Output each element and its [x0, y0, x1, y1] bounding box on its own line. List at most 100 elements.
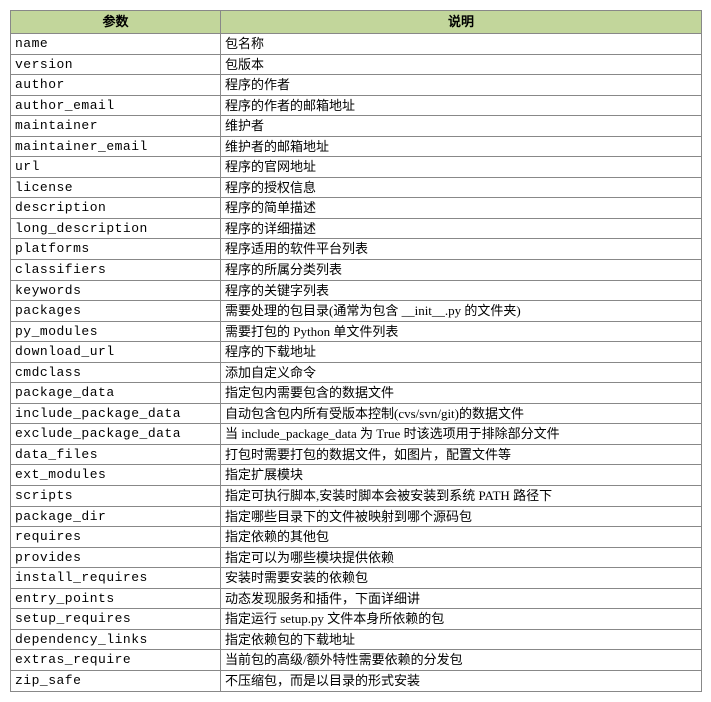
table-row: zip_safe不压缩包，而是以目录的形式安装	[11, 670, 702, 691]
table-row: author_email程序的作者的邮箱地址	[11, 95, 702, 116]
table-row: url程序的官网地址	[11, 157, 702, 178]
desc-cell: 程序的下载地址	[221, 342, 702, 363]
param-cell: cmdclass	[11, 362, 221, 383]
params-table: 参数 说明 name包名称version包版本author程序的作者author…	[10, 10, 702, 692]
desc-cell: 程序的详细描述	[221, 218, 702, 239]
table-row: license程序的授权信息	[11, 177, 702, 198]
desc-cell: 当 include_package_data 为 True 时该选项用于排除部分…	[221, 424, 702, 445]
param-cell: version	[11, 54, 221, 75]
header-desc: 说明	[221, 11, 702, 34]
param-cell: maintainer	[11, 116, 221, 137]
desc-cell: 需要处理的包目录(通常为包含 __init__.py 的文件夹)	[221, 301, 702, 322]
desc-cell: 包名称	[221, 34, 702, 55]
param-cell: provides	[11, 547, 221, 568]
param-cell: requires	[11, 527, 221, 548]
param-cell: author_email	[11, 95, 221, 116]
table-row: package_dir指定哪些目录下的文件被映射到哪个源码包	[11, 506, 702, 527]
param-cell: exclude_package_data	[11, 424, 221, 445]
desc-cell: 程序的授权信息	[221, 177, 702, 198]
param-cell: package_data	[11, 383, 221, 404]
header-row: 参数 说明	[11, 11, 702, 34]
table-row: name包名称	[11, 34, 702, 55]
param-cell: scripts	[11, 486, 221, 507]
desc-cell: 指定扩展模块	[221, 465, 702, 486]
param-cell: description	[11, 198, 221, 219]
desc-cell: 动态发现服务和插件，下面详细讲	[221, 588, 702, 609]
desc-cell: 程序的作者的邮箱地址	[221, 95, 702, 116]
table-row: provides指定可以为哪些模块提供依赖	[11, 547, 702, 568]
desc-cell: 维护者的邮箱地址	[221, 136, 702, 157]
table-row: install_requires安装时需要安装的依赖包	[11, 568, 702, 589]
desc-cell: 程序适用的软件平台列表	[221, 239, 702, 260]
param-cell: author	[11, 75, 221, 96]
table-row: entry_points动态发现服务和插件，下面详细讲	[11, 588, 702, 609]
table-row: exclude_package_data当 include_package_da…	[11, 424, 702, 445]
desc-cell: 包版本	[221, 54, 702, 75]
table-row: ext_modules指定扩展模块	[11, 465, 702, 486]
header-param: 参数	[11, 11, 221, 34]
desc-cell: 添加自定义命令	[221, 362, 702, 383]
desc-cell: 指定哪些目录下的文件被映射到哪个源码包	[221, 506, 702, 527]
param-cell: package_dir	[11, 506, 221, 527]
table-row: download_url程序的下载地址	[11, 342, 702, 363]
desc-cell: 维护者	[221, 116, 702, 137]
desc-cell: 指定可以为哪些模块提供依赖	[221, 547, 702, 568]
table-row: keywords程序的关键字列表	[11, 280, 702, 301]
table-row: setup_requires指定运行 setup.py 文件本身所依赖的包	[11, 609, 702, 630]
param-cell: classifiers	[11, 260, 221, 281]
table-row: version包版本	[11, 54, 702, 75]
param-cell: py_modules	[11, 321, 221, 342]
desc-cell: 不压缩包，而是以目录的形式安装	[221, 670, 702, 691]
table-row: classifiers程序的所属分类列表	[11, 260, 702, 281]
desc-cell: 指定依赖的其他包	[221, 527, 702, 548]
table-row: include_package_data自动包含包内所有受版本控制(cvs/sv…	[11, 403, 702, 424]
table-row: data_files打包时需要打包的数据文件，如图片，配置文件等	[11, 444, 702, 465]
table-row: requires指定依赖的其他包	[11, 527, 702, 548]
desc-cell: 指定可执行脚本,安装时脚本会被安装到系统 PATH 路径下	[221, 486, 702, 507]
param-cell: ext_modules	[11, 465, 221, 486]
param-cell: zip_safe	[11, 670, 221, 691]
param-cell: name	[11, 34, 221, 55]
desc-cell: 打包时需要打包的数据文件，如图片，配置文件等	[221, 444, 702, 465]
desc-cell: 自动包含包内所有受版本控制(cvs/svn/git)的数据文件	[221, 403, 702, 424]
desc-cell: 程序的所属分类列表	[221, 260, 702, 281]
desc-cell: 安装时需要安装的依赖包	[221, 568, 702, 589]
table-row: py_modules需要打包的 Python 单文件列表	[11, 321, 702, 342]
param-cell: download_url	[11, 342, 221, 363]
param-cell: entry_points	[11, 588, 221, 609]
desc-cell: 程序的官网地址	[221, 157, 702, 178]
param-cell: include_package_data	[11, 403, 221, 424]
desc-cell: 需要打包的 Python 单文件列表	[221, 321, 702, 342]
table-row: dependency_links指定依赖包的下载地址	[11, 629, 702, 650]
desc-cell: 程序的简单描述	[221, 198, 702, 219]
param-cell: keywords	[11, 280, 221, 301]
table-row: maintainer维护者	[11, 116, 702, 137]
desc-cell: 指定运行 setup.py 文件本身所依赖的包	[221, 609, 702, 630]
table-row: platforms程序适用的软件平台列表	[11, 239, 702, 260]
param-cell: data_files	[11, 444, 221, 465]
param-cell: setup_requires	[11, 609, 221, 630]
param-cell: url	[11, 157, 221, 178]
desc-cell: 程序的关键字列表	[221, 280, 702, 301]
table-row: cmdclass添加自定义命令	[11, 362, 702, 383]
table-row: maintainer_email维护者的邮箱地址	[11, 136, 702, 157]
table-row: extras_require当前包的高级/额外特性需要依赖的分发包	[11, 650, 702, 671]
desc-cell: 指定包内需要包含的数据文件	[221, 383, 702, 404]
param-cell: license	[11, 177, 221, 198]
desc-cell: 指定依赖包的下载地址	[221, 629, 702, 650]
desc-cell: 当前包的高级/额外特性需要依赖的分发包	[221, 650, 702, 671]
table-row: author程序的作者	[11, 75, 702, 96]
param-cell: maintainer_email	[11, 136, 221, 157]
table-row: description程序的简单描述	[11, 198, 702, 219]
table-row: scripts指定可执行脚本,安装时脚本会被安装到系统 PATH 路径下	[11, 486, 702, 507]
param-cell: extras_require	[11, 650, 221, 671]
param-cell: long_description	[11, 218, 221, 239]
param-cell: platforms	[11, 239, 221, 260]
table-row: packages需要处理的包目录(通常为包含 __init__.py 的文件夹)	[11, 301, 702, 322]
desc-cell: 程序的作者	[221, 75, 702, 96]
table-row: package_data指定包内需要包含的数据文件	[11, 383, 702, 404]
table-row: long_description程序的详细描述	[11, 218, 702, 239]
param-cell: packages	[11, 301, 221, 322]
param-cell: dependency_links	[11, 629, 221, 650]
param-cell: install_requires	[11, 568, 221, 589]
